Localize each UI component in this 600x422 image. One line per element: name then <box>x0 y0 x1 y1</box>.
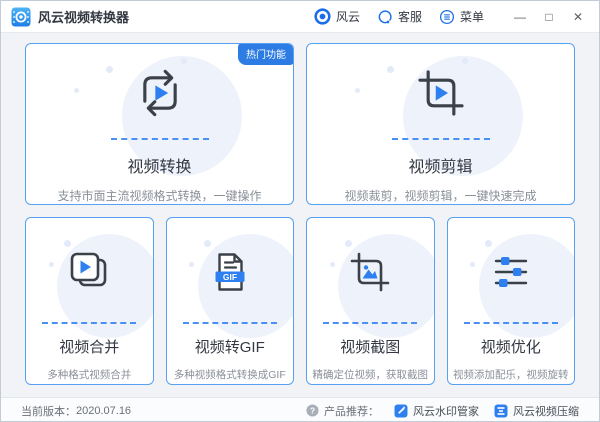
decor-dot <box>387 66 394 73</box>
card-video-merge[interactable]: 视频合并 多种格式视频合并 <box>25 217 154 385</box>
card-subtitle: 多种格式视频合并 <box>47 367 131 382</box>
hot-feature-badge: 热门功能 <box>238 43 294 65</box>
close-button[interactable]: ✕ <box>567 6 589 28</box>
product-recommendations: ? 产品推荐： 风云水印管家 <box>306 403 579 419</box>
card-subtitle: 视频添加配乐，视频旋转 <box>453 367 569 382</box>
card-title: 视频转换 <box>127 153 191 177</box>
titlebar-actions: 风云 客服 <box>314 6 589 28</box>
card-subtitle: 支持市面主流视频格式转换，一键操作 <box>57 187 261 204</box>
help-icon: ? <box>306 404 319 417</box>
crop-image-icon <box>346 228 394 316</box>
product-link-watermark[interactable]: 风云水印管家 <box>394 403 479 419</box>
stacked-videos-icon <box>65 228 113 316</box>
card-video-to-gif[interactable]: GIF 视频转GIF 多种视频格式转换成GIF <box>166 217 295 385</box>
dashed-divider <box>464 322 558 324</box>
dashed-divider <box>111 138 209 140</box>
recommend-label: 产品推荐： <box>324 403 379 419</box>
card-title: 视频优化 <box>481 336 541 357</box>
card-subtitle: 多种视频格式转换成GIF <box>174 367 286 382</box>
decor-dot <box>470 262 475 267</box>
version-label: 当前版本： <box>21 403 76 419</box>
compress-product-icon <box>494 404 508 418</box>
gif-file-icon: GIF <box>206 228 254 316</box>
card-video-convert[interactable]: 热门功能 视频转换 支持市面主流视频格式转换，一键操作 <box>25 43 294 205</box>
feature-row-top: 热门功能 视频转换 支持市面主流视频格式转换，一键操作 <box>25 43 575 205</box>
gif-icon-label: GIF <box>223 272 237 282</box>
product-label: 风云水印管家 <box>413 403 479 419</box>
decor-dot <box>189 262 194 267</box>
customer-service-button[interactable]: 客服 <box>377 8 422 25</box>
main-content: 热门功能 视频转换 支持市面主流视频格式转换，一键操作 <box>1 33 599 397</box>
maximize-button[interactable]: □ <box>538 6 560 28</box>
circled-menu-icon <box>439 9 455 25</box>
card-title: 视频转GIF <box>195 336 265 357</box>
dashed-divider <box>42 322 136 324</box>
card-title: 视频剪辑 <box>408 153 472 177</box>
decor-dot <box>106 66 113 73</box>
fengyun-label: 风云 <box>336 8 360 25</box>
app-logo-icon <box>11 7 31 27</box>
crop-play-icon <box>413 56 469 130</box>
dashed-divider <box>392 138 490 140</box>
app-window: 风云视频转换器 风云 客服 <box>0 0 600 422</box>
statusbar: 当前版本：2020.07.16 ? 产品推荐： 风云水印管家 <box>1 397 599 422</box>
menu-label: 菜单 <box>460 8 484 25</box>
card-video-screenshot[interactable]: 视频截图 精确定位视频，获取截图 <box>306 217 435 385</box>
watermark-product-icon <box>394 404 408 418</box>
feature-row-bottom: 视频合并 多种格式视频合并 GIF <box>25 217 575 385</box>
dashed-divider <box>183 322 277 324</box>
minimize-button[interactable]: — <box>509 6 531 28</box>
window-controls: — □ ✕ <box>509 6 589 28</box>
dashed-divider <box>323 322 417 324</box>
card-subtitle: 精确定位视频，获取截图 <box>313 367 429 382</box>
app-title: 风云视频转换器 <box>38 7 129 26</box>
headset-icon <box>377 9 393 25</box>
card-subtitle: 视频裁剪，视频剪辑，一键快速完成 <box>344 187 536 204</box>
fengyun-logo-icon <box>314 8 331 25</box>
card-title: 视频截图 <box>340 336 400 357</box>
decor-dot <box>330 262 335 267</box>
card-title: 视频合并 <box>59 336 119 357</box>
product-label: 风云视频压缩 <box>513 403 579 419</box>
menu-button[interactable]: 菜单 <box>439 8 484 25</box>
decor-dot <box>74 88 79 93</box>
app-identity: 风云视频转换器 <box>11 7 129 27</box>
version-value: 2020.07.16 <box>76 405 131 417</box>
card-video-clip[interactable]: 视频剪辑 视频裁剪，视频剪辑，一键快速完成 <box>306 43 575 205</box>
product-link-compress[interactable]: 风云视频压缩 <box>494 403 579 419</box>
customer-service-label: 客服 <box>398 8 422 25</box>
help-glyph: ? <box>310 405 315 415</box>
decor-dot <box>355 88 360 93</box>
decor-dot <box>49 262 54 267</box>
sliders-icon <box>487 228 535 316</box>
convert-loop-play-icon <box>132 56 188 130</box>
titlebar: 风云视频转换器 风云 客服 <box>1 1 599 33</box>
card-video-optimize[interactable]: 视频优化 视频添加配乐，视频旋转 <box>447 217 576 385</box>
fengyun-account-button[interactable]: 风云 <box>314 8 360 25</box>
